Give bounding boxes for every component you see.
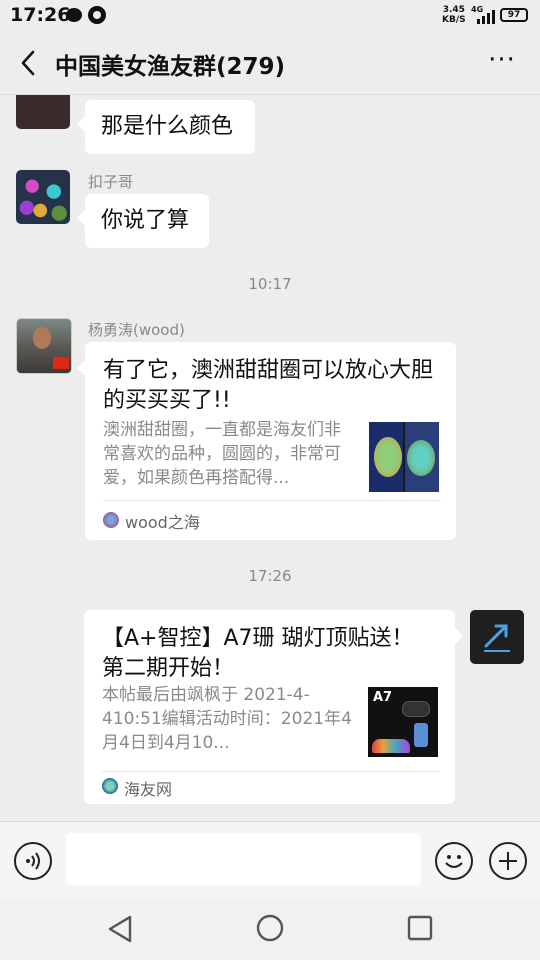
- card-thumbnail: [369, 422, 439, 492]
- sender-name: 扣子哥: [88, 173, 134, 191]
- card-description: 本帖最后由飒枫于 2021-4-410:51编辑活动时间：2021年4月4日到4…: [102, 685, 352, 753]
- back-button[interactable]: [14, 48, 44, 78]
- network-speed-unit: KB/S: [442, 15, 466, 25]
- flag-icon: [53, 357, 69, 369]
- emoji-button[interactable]: [435, 842, 473, 880]
- card-description: 澳洲甜甜圈，一直都是海友们非常喜欢的品种，圆圆的，非常可爱，如果颜色再搭配得..…: [103, 420, 341, 488]
- message-text: 你说了算: [101, 208, 190, 233]
- avatar[interactable]: [470, 610, 524, 664]
- status-time: 17:26: [10, 4, 71, 26]
- network-speed-value: 3.45: [442, 5, 465, 15]
- signal-icon: [477, 10, 497, 24]
- sender-name: 杨勇涛(wood): [88, 321, 185, 339]
- input-bar: [0, 821, 540, 900]
- more-options-button[interactable]: ···: [484, 47, 520, 76]
- plus-icon: [499, 852, 517, 870]
- avatar[interactable]: [16, 95, 70, 129]
- source-icon: [102, 778, 118, 794]
- avatar[interactable]: [16, 318, 72, 374]
- chat-title: 中国美女渔友群(279): [55, 54, 286, 80]
- avatar[interactable]: [16, 170, 70, 224]
- card-thumbnail: A7: [368, 687, 438, 757]
- status-bar: 17:26 3.45 KB/S 4G 97: [0, 0, 540, 32]
- chevron-left-icon: [21, 50, 35, 76]
- add-button[interactable]: [489, 842, 527, 880]
- nav-back-icon[interactable]: [106, 914, 134, 944]
- card-divider: [102, 771, 440, 772]
- message-bubble[interactable]: 那是什么颜色: [77, 100, 255, 154]
- link-card[interactable]: 有了它，澳洲甜甜圈可以放心大胆的买买买了!! 澳洲甜甜圈，一直都是海友们非常喜欢…: [77, 342, 456, 540]
- battery-level: 97: [507, 10, 521, 20]
- emoji-icon: [445, 855, 463, 868]
- card-divider: [103, 500, 441, 501]
- network-speed: 3.45 KB/S: [442, 5, 466, 25]
- message-icon: [66, 8, 82, 22]
- system-nav-bar: [0, 899, 540, 960]
- card-source: wood之海: [125, 513, 200, 532]
- message-input[interactable]: [66, 833, 421, 885]
- message-bubble[interactable]: 你说了算: [77, 194, 209, 248]
- timestamp: 17:26: [248, 567, 292, 585]
- message-text: 那是什么颜色: [101, 114, 234, 139]
- thumbnail-label: A7: [373, 690, 393, 705]
- nav-home-icon[interactable]: [256, 914, 284, 942]
- timestamp: 10:17: [248, 275, 292, 293]
- chat-header: 中国美女渔友群(279) ···: [0, 32, 540, 95]
- battery-icon: 97: [500, 8, 528, 22]
- link-card[interactable]: 【A+智控】A7珊 瑚灯顶贴送！第二期开始！ 本帖最后由飒枫于 2021-4-4…: [84, 610, 463, 804]
- app-icon: [88, 6, 106, 24]
- voice-button[interactable]: [14, 842, 52, 880]
- source-icon: [103, 512, 119, 528]
- message-list[interactable]: 那是什么颜色 扣子哥 你说了算 10:17 杨勇涛(wood) 有了它，澳洲甜甜…: [0, 95, 540, 821]
- voice-icon: [26, 852, 40, 870]
- card-source: 海友网: [124, 780, 173, 799]
- card-title: 【A+智控】A7珊 瑚灯顶贴送！第二期开始！: [102, 626, 414, 681]
- card-title: 有了它，澳洲甜甜圈可以放心大胆的买买买了!!: [103, 358, 434, 413]
- arrow-logo-icon: [484, 624, 510, 652]
- nav-recents-icon[interactable]: [407, 915, 433, 941]
